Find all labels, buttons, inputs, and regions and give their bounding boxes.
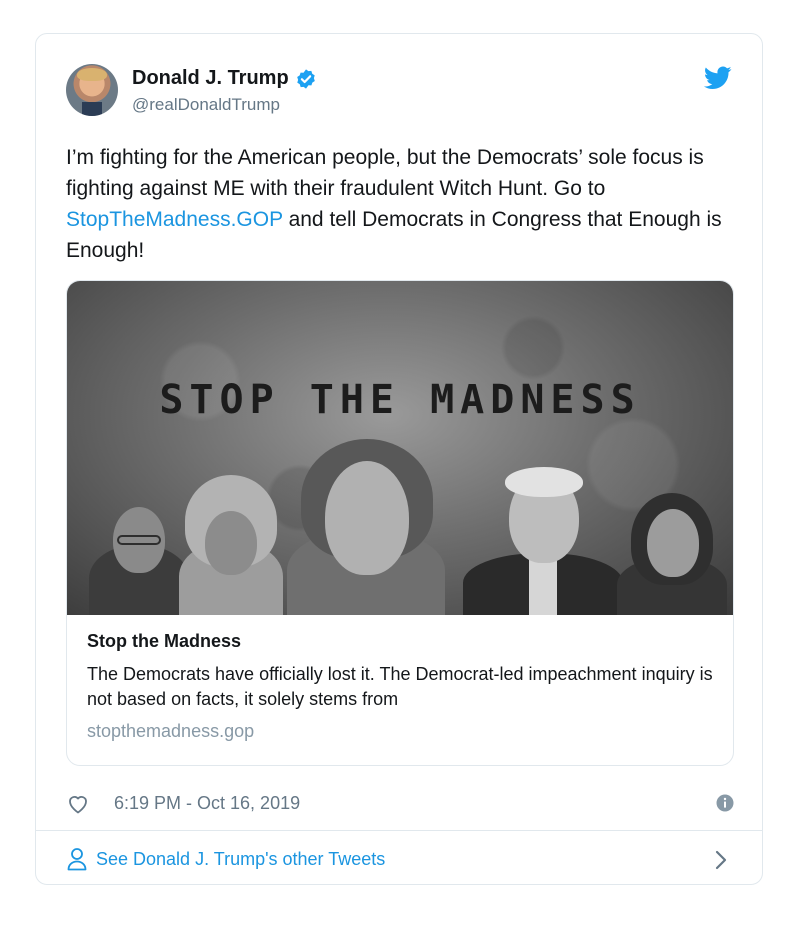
- portrait-figure-5: [617, 493, 727, 615]
- tweet-meta-row: 6:19 PM - Oct 16, 2019: [66, 792, 736, 818]
- author-handle[interactable]: @realDonaldTrump: [132, 95, 280, 115]
- image-headline: STOP THE MADNESS: [159, 377, 641, 423]
- author-display-name[interactable]: Donald J. Trump: [132, 67, 289, 90]
- link-preview-title[interactable]: Stop the Madness: [87, 631, 713, 652]
- embedded-tweet-card: Donald J. Trump @realDonaldTrump I’m fig…: [35, 33, 763, 885]
- person-icon: [67, 848, 87, 871]
- link-preview-description: The Democrats have officially lost it. T…: [87, 664, 713, 709]
- portrait-figure-4: [463, 465, 623, 615]
- twitter-bird-icon[interactable]: [704, 66, 732, 90]
- portrait-figure-1: [89, 497, 189, 615]
- portrait-figure-3: [281, 439, 451, 615]
- other-tweets-label[interactable]: See Donald J. Trump's other Tweets: [96, 849, 385, 870]
- info-icon[interactable]: [716, 794, 734, 812]
- avatar[interactable]: [66, 64, 118, 116]
- other-tweets-link[interactable]: See Donald J. Trump's other Tweets: [66, 847, 385, 871]
- author-name-row: Donald J. Trump: [132, 67, 317, 90]
- link-preview-meta: Stop the Madness The Democrats have offi…: [67, 615, 733, 742]
- heart-icon[interactable]: [66, 792, 90, 816]
- tweet-text-part-1: I’m fighting for the American people, bu…: [66, 146, 704, 200]
- tweet-timestamp[interactable]: 6:19 PM - Oct 16, 2019: [114, 793, 300, 814]
- tweet-link[interactable]: StopTheMadness.GOP: [66, 208, 283, 231]
- tweet-text: I’m fighting for the American people, bu…: [66, 142, 738, 266]
- verified-badge-icon: [296, 68, 315, 89]
- link-preview-domain[interactable]: stopthemadness.gop: [87, 721, 713, 742]
- chevron-right-icon[interactable]: [714, 849, 728, 871]
- link-preview-image[interactable]: STOP THE MADNESS: [67, 281, 733, 615]
- link-preview-card[interactable]: STOP THE MADNESS Stop the Madness The De…: [66, 280, 734, 766]
- portrait-figure-2: [175, 475, 285, 615]
- footer-divider: [36, 830, 762, 831]
